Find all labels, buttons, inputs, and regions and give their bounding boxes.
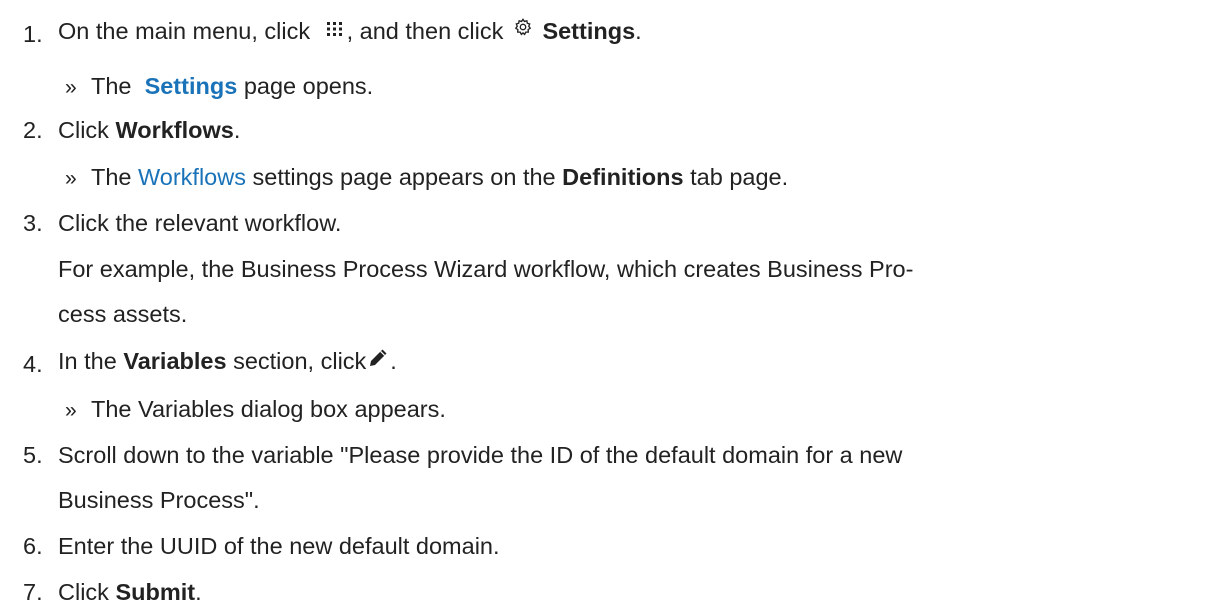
step-2-text: Click Workflows. [58,113,240,148]
result-text: The [91,73,132,99]
step-text: . [233,117,241,143]
workflows-label: Workflows [115,117,234,143]
step-4-result: » The Variables dialog box appears. [65,392,446,428]
workflows-link[interactable]: Workflows [138,164,246,190]
step-3-note-line-1: For example, the Business Process Wizard… [58,256,914,282]
step-6-text: Enter the UUID of the new default domain… [58,533,500,559]
variables-label: Variables [123,348,227,374]
settings-link[interactable]: Settings [145,73,238,99]
step-number: 5. [23,442,43,468]
step-3-note-line-2: cess assets. [58,301,188,327]
step-number: 3. [23,210,43,236]
step-3-text: Click the relevant workflow. [58,210,342,236]
step-text: , and then click [346,18,504,44]
step-number: 1. [23,21,43,47]
step-1-text: On the main menu, click , and then click… [58,14,642,49]
result-marker: » [65,399,77,422]
submit-label: Submit [115,579,196,605]
result-text: tab page. [690,164,789,190]
step-2-result: » The Workflows settings page appears on … [65,160,788,196]
grid-menu-icon [325,20,345,38]
step-1-result: » The Settings page opens. [65,69,373,105]
step-text: . [635,18,642,44]
step-number: 7. [23,579,43,605]
gear-icon [514,17,532,36]
step-text: Click [58,117,109,143]
step-text: . [390,348,397,374]
step-4-text: In the Variables section, click . [58,344,397,379]
result-marker: » [65,76,77,99]
procedure-document: 1. On the main menu, click , and then cl… [0,0,1215,611]
step-5-line-2: Business Process". [58,487,260,513]
step-5-line-1: Scroll down to the variable "Please prov… [58,442,903,468]
result-text: settings page appears on the [252,164,556,190]
step-text: On the main menu, click [58,18,311,44]
result-marker: » [65,167,77,190]
step-text: In the [58,348,117,374]
step-number: 6. [23,533,43,559]
settings-label: Settings [542,18,636,44]
step-text: section, click [233,348,367,374]
step-text: Click [58,579,109,605]
result-text: The Variables dialog box appears. [91,396,446,422]
step-text: . [195,579,202,605]
step-number: 4. [23,351,43,377]
result-text: page opens. [243,73,374,99]
step-number: 2. [23,117,43,143]
definitions-label: Definitions [562,164,684,190]
result-text: The [91,164,132,190]
pencil-icon [368,348,388,368]
step-7-text: Click Submit. [58,575,202,610]
